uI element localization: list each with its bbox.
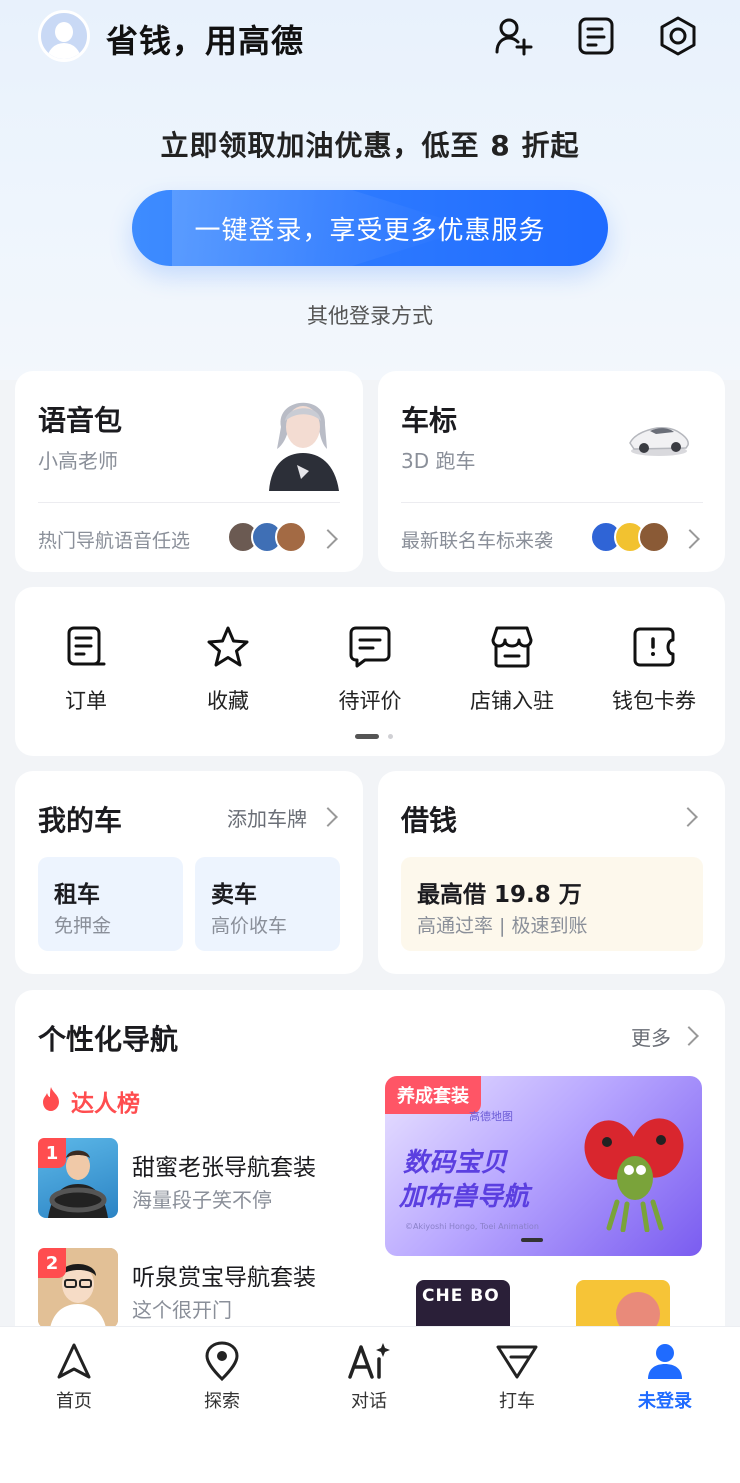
rank-badge: 1 (38, 1138, 66, 1168)
login-button-label: 一键登录，享受更多优惠服务 (194, 215, 546, 246)
voice-avatars (227, 521, 317, 555)
greeting-text: 省钱，用高德 (106, 22, 305, 60)
top-bar: 省钱，用高德 (0, 0, 740, 80)
rent-car-tile[interactable]: 租车 免押金 (38, 857, 183, 951)
shortcut-label: 钱包卡券 (612, 689, 696, 713)
voice-character-image (261, 387, 345, 491)
rank-title: 甜蜜老张导航套装 (132, 1155, 316, 1181)
loan-title: 借钱 (401, 804, 458, 837)
rank-title: 听泉赏宝导航套装 (132, 1265, 316, 1291)
leaderboard-title: 达人榜 (71, 1091, 140, 1117)
rank-badge: 2 (38, 1248, 66, 1278)
voice-pack-card[interactable]: 语音包 小高老师 热门导航语音任选 (15, 371, 363, 572)
voice-pack-subtitle: 小高老师 (38, 449, 118, 473)
promo-text: 立即领取加油优惠，低至 8 折起 (160, 129, 580, 162)
order-icon (62, 623, 110, 671)
digimon-character-image (581, 1112, 693, 1233)
tab-label: 探索 (204, 1391, 240, 1412)
rent-car-title: 租车 (54, 882, 100, 908)
shortcuts-card: 订单 收藏 待评价 店铺入驻 钱包卡券 (15, 587, 725, 756)
location-pin-icon (200, 1339, 244, 1383)
shortcut-order[interactable]: 订单 (15, 623, 157, 715)
shortcut-label: 订单 (65, 689, 107, 713)
car-logo-footer: 最新联名车标来袭 (401, 530, 554, 552)
chevron-right-icon (318, 807, 338, 827)
tab-label: 打车 (499, 1391, 535, 1412)
chevron-right-icon (318, 529, 338, 549)
shortcut-label: 店铺入驻 (470, 689, 554, 713)
voice-avatar (275, 521, 307, 553)
sell-car-sub: 高价收车 (211, 915, 288, 937)
shortcut-pending-review[interactable]: 待评价 (299, 623, 441, 715)
loan-sub: 高通过率 | 极速到账 (417, 915, 588, 937)
rank-sub: 这个很开门 (132, 1298, 232, 1322)
notes-icon[interactable] (574, 14, 618, 58)
chevron-right-icon (680, 529, 700, 549)
bottom-tab-bar: 首页 探索 对话 打车 未登录 (0, 1326, 740, 1483)
car-model-image (626, 415, 692, 459)
banner-indicator (521, 1238, 543, 1242)
flame-icon (39, 1086, 63, 1112)
car-logo-avatars (590, 521, 680, 555)
car-logo-divider (401, 502, 703, 503)
voice-pack-footer: 热门导航语音任选 (38, 530, 191, 552)
page-indicator (355, 734, 395, 740)
avatar[interactable] (38, 10, 90, 62)
add-user-icon[interactable] (492, 14, 536, 58)
tab-label: 首页 (56, 1391, 92, 1412)
loan-card[interactable]: 借钱 最高借 19.8 万 高通过率 | 极速到账 (378, 771, 725, 974)
chevron-right-icon (679, 1026, 699, 1046)
personalized-nav-card: 个性化导航 更多 达人榜 1 甜蜜老张导航套装 海量段子笑不停 2 听泉赏宝导航… (15, 990, 725, 1350)
rank-sub: 海量段子笑不停 (132, 1188, 272, 1212)
shortcut-favorites[interactable]: 收藏 (157, 623, 299, 715)
sell-car-tile[interactable]: 卖车 高价收车 (195, 857, 340, 951)
navigation-arrow-icon (52, 1339, 96, 1383)
loan-tile[interactable]: 最高借 19.8 万 高通过率 | 极速到账 (401, 857, 703, 951)
more-link[interactable]: 更多 (631, 1022, 671, 1051)
rank-item[interactable]: 2 听泉赏宝导航套装 这个很开门 (38, 1248, 368, 1332)
taxi-icon (495, 1339, 539, 1383)
add-plate-link[interactable]: 添加车牌 (227, 803, 307, 832)
voice-pack-divider (38, 502, 340, 503)
tab-chat[interactable]: 对话 (309, 1339, 429, 1413)
banner-tag: 养成套装 (385, 1076, 481, 1114)
shortcut-store-join[interactable]: 店铺入驻 (441, 623, 583, 715)
chevron-right-icon (678, 807, 698, 827)
voice-pack-title: 语音包 (38, 404, 123, 437)
rent-car-sub: 免押金 (54, 915, 112, 937)
shortcut-wallet[interactable]: 钱包卡券 (583, 623, 725, 715)
tab-label: 对话 (351, 1391, 387, 1412)
tab-label: 未登录 (638, 1391, 692, 1412)
car-logo-title: 车标 (401, 404, 458, 437)
tab-home[interactable]: 首页 (14, 1339, 134, 1413)
star-icon (204, 623, 252, 671)
my-car-card: 我的车 添加车牌 租车 免押金 卖车 高价收车 (15, 771, 363, 974)
settings-icon[interactable] (656, 14, 700, 58)
one-click-login-button[interactable]: 一键登录，享受更多优惠服务 (132, 190, 608, 266)
car-logo-subtitle: 3D 跑车 (401, 449, 476, 473)
banner-brand: 高德地图 (469, 1110, 513, 1123)
loan-headline: 最高借 19.8 万 (417, 882, 582, 908)
shortcut-label: 待评价 (338, 689, 402, 713)
nav-banner[interactable]: 养成套装 高德地图 数码宝贝 加布兽导航 ©Akiyoshi Hongo, To… (385, 1076, 702, 1256)
rank-item[interactable]: 1 甜蜜老张导航套装 海量段子笑不停 (38, 1138, 368, 1222)
car-logo-avatar (638, 521, 670, 553)
tab-taxi[interactable]: 打车 (457, 1339, 577, 1413)
tab-profile[interactable]: 未登录 (605, 1339, 725, 1413)
banner-line1: 数码宝贝 (403, 1148, 508, 1178)
car-logo-card[interactable]: 车标 3D 跑车 最新联名车标来袭 (378, 371, 725, 572)
other-login-link[interactable]: 其他登录方式 (0, 300, 740, 330)
wallet-icon (630, 623, 678, 671)
sell-car-title: 卖车 (211, 882, 257, 908)
banner-line2: 加布兽导航 (399, 1182, 530, 1212)
store-icon (488, 623, 536, 671)
tab-explore[interactable]: 探索 (162, 1339, 282, 1413)
my-car-title: 我的车 (38, 804, 123, 837)
personalized-nav-title: 个性化导航 (38, 1023, 179, 1056)
user-icon (643, 1339, 687, 1383)
ai-icon (347, 1339, 391, 1383)
banner-copyright: ©Akiyoshi Hongo, Toei Animation (405, 1222, 539, 1231)
comment-icon (346, 623, 394, 671)
shortcut-label: 收藏 (207, 689, 249, 713)
